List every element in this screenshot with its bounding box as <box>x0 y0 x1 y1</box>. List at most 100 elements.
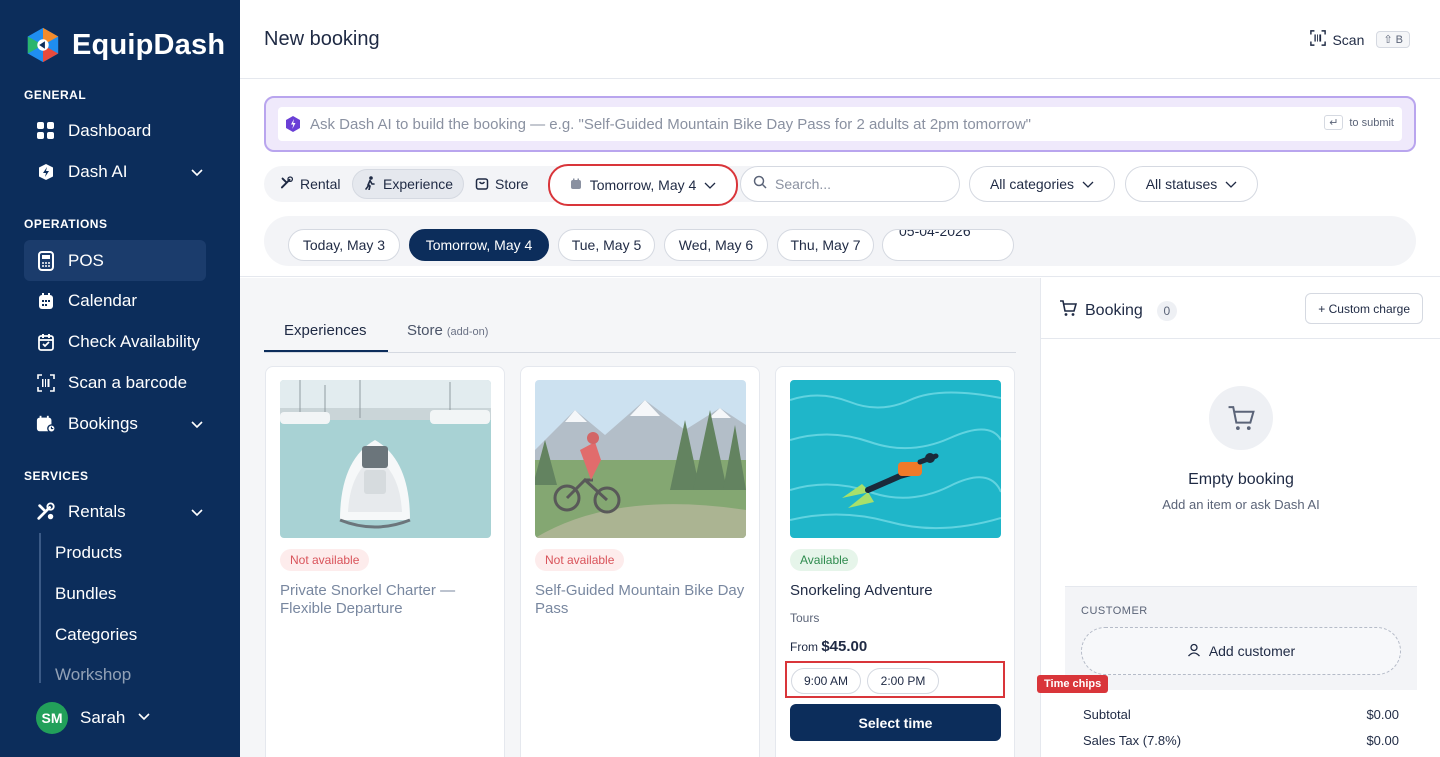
date-chip-wed[interactable]: Wed, May 6 <box>664 229 768 261</box>
mode-label: Store <box>495 176 529 192</box>
booking-controls: Ask Dash AI to build the booking — e.g. … <box>240 80 1440 277</box>
experience-card[interactable]: Available Snorkeling Adventure Tours Fro… <box>775 366 1015 757</box>
card-title: Self-Guided Mountain Bike Day Pass <box>535 582 745 617</box>
date-chip-today[interactable]: Today, May 3 <box>288 229 400 261</box>
rental-tools-icon <box>280 175 294 193</box>
card-category: Tours <box>790 611 820 625</box>
sidebar-item-dash-ai[interactable]: Dash AI <box>24 151 206 192</box>
ai-submit-hint: ↵ to submit <box>1324 115 1394 130</box>
tax-row: Sales Tax (7.8%) $0.00 <box>1083 733 1399 748</box>
sidebar: EquipDash GENERAL Dashboard Dash AI OPER… <box>0 0 240 757</box>
sidebar-item-bookings[interactable]: Bookings <box>24 403 206 444</box>
date-chip-tomorrow[interactable]: Tomorrow, May 4 <box>409 229 549 261</box>
tax-label: Sales Tax (7.8%) <box>1083 733 1182 748</box>
empty-booking-title: Empty booking <box>1188 471 1294 488</box>
empty-cart-icon <box>1209 386 1273 450</box>
date-select[interactable]: Tomorrow, May 4 <box>548 164 738 206</box>
custom-charge-button[interactable]: + Custom charge <box>1305 293 1423 324</box>
user-icon <box>1187 643 1201 660</box>
section-operations: OPERATIONS <box>24 217 108 231</box>
barcode-scan-icon <box>36 373 56 393</box>
card-price: From $45.00 <box>790 638 867 655</box>
date-chip-thu[interactable]: Thu, May 7 <box>777 229 874 261</box>
time-chip[interactable]: 9:00 AM <box>791 668 861 694</box>
tab-store-label: Store <box>407 322 443 339</box>
statuses-filter-value: All statuses <box>1145 176 1218 192</box>
booking-panel-header: Booking 0 + Custom charge <box>1041 278 1440 339</box>
empty-booking-subtitle: Add an item or ask Dash AI <box>1162 497 1320 512</box>
brand[interactable]: EquipDash <box>24 26 225 64</box>
date-chip-tue[interactable]: Tue, May 5 <box>558 229 655 261</box>
search-icon <box>753 175 767 194</box>
sidebar-item-pos[interactable]: POS <box>24 240 206 281</box>
mode-label: Rental <box>300 176 341 192</box>
chevron-down-icon <box>190 503 204 523</box>
catalog-area: Experiences Store(add-on) Not available <box>240 278 1040 757</box>
date-input-value: 05-04-2026 <box>899 229 971 239</box>
experience-card[interactable]: Not available Self-Guided Mountain Bike … <box>520 366 760 757</box>
categories-filter[interactable]: All categories <box>969 166 1115 202</box>
subtotal-value: $0.00 <box>1366 707 1399 722</box>
ai-sparkle-icon <box>286 116 300 132</box>
dashboard-grid-icon <box>36 121 56 141</box>
sidebar-subitem-bundles[interactable]: Bundles <box>55 584 116 604</box>
tab-experiences[interactable]: Experiences <box>284 322 367 339</box>
sidebar-item-label: Rentals <box>68 501 126 521</box>
enter-key-icon: ↵ <box>1324 115 1344 130</box>
time-chip[interactable]: 2:00 PM <box>867 668 939 694</box>
mode-rental[interactable]: Rental <box>270 169 350 199</box>
mode-store[interactable]: Store <box>465 169 538 199</box>
search-input[interactable] <box>775 176 945 192</box>
ai-shield-icon <box>36 162 56 182</box>
sidebar-item-calendar[interactable]: Calendar <box>24 280 206 321</box>
tab-store-note: (add-on) <box>446 326 489 338</box>
customer-label: CUSTOMER <box>1081 605 1148 617</box>
sidebar-item-label: Check Availability <box>68 331 200 351</box>
sidebar-item-label: Calendar <box>68 290 137 310</box>
sidebar-item-dashboard[interactable]: Dashboard <box>24 110 206 151</box>
date-select-value: Tomorrow, May 4 <box>589 177 697 193</box>
price-value: $45.00 <box>821 638 868 655</box>
add-customer-button[interactable]: Add customer <box>1081 627 1401 675</box>
date-input[interactable]: 05-04-2026 <box>882 229 1014 261</box>
sidebar-item-check-availability[interactable]: Check Availability <box>24 321 206 362</box>
price-prefix: From <box>790 640 818 654</box>
chevron-down-icon <box>190 163 204 183</box>
calendar-check-icon <box>36 332 56 352</box>
sidebar-subitem-categories[interactable]: Categories <box>55 625 137 645</box>
user-menu[interactable]: SM Sarah <box>36 702 151 734</box>
subtotal-label: Subtotal <box>1083 707 1131 722</box>
active-tab-indicator <box>264 350 388 352</box>
sidebar-subitem-workshop[interactable]: Workshop <box>55 665 131 685</box>
pos-terminal-icon <box>36 250 56 271</box>
page-title: New booking <box>264 28 380 50</box>
sidebar-item-rentals[interactable]: Rentals <box>24 491 206 532</box>
select-time-button[interactable]: Select time <box>790 704 1001 741</box>
statuses-filter[interactable]: All statuses <box>1125 166 1258 202</box>
dash-ai-input[interactable]: Ask Dash AI to build the booking — e.g. … <box>278 107 1402 141</box>
scan-label: Scan <box>1332 31 1365 48</box>
calendar-icon <box>570 177 582 193</box>
sidebar-item-label: POS <box>68 250 104 270</box>
avatar: SM <box>36 702 68 734</box>
boat-photo <box>280 380 491 538</box>
sidebar-item-label: Scan a barcode <box>68 372 188 392</box>
categories-filter-value: All categories <box>989 176 1075 192</box>
status-badge: Not available <box>280 549 370 571</box>
tab-store[interactable]: Store (add-on) <box>407 322 488 339</box>
shopping-bag-icon <box>475 176 489 193</box>
hiker-icon <box>363 175 377 193</box>
mode-experience[interactable]: Experience <box>352 169 465 199</box>
scan-button[interactable]: Scan ⇧ B <box>1310 30 1410 49</box>
date-chip-strip: Today, May 3 Tomorrow, May 4 Tue, May 5 … <box>264 216 1416 266</box>
add-customer-label: Add customer <box>1208 643 1296 659</box>
status-badge: Not available <box>535 549 625 571</box>
mountain-bike-photo <box>535 380 746 538</box>
experience-card[interactable]: Not available Private Snorkel Charter — … <box>265 366 505 757</box>
card-title: Snorkeling Adventure <box>790 582 933 599</box>
sidebar-item-label: Dashboard <box>68 120 152 140</box>
sidebar-item-scan-barcode[interactable]: Scan a barcode <box>24 362 206 403</box>
sidebar-subitem-products[interactable]: Products <box>55 543 122 563</box>
dash-ai-placeholder: Ask Dash AI to build the booking — e.g. … <box>310 115 1032 133</box>
cart-icon <box>1059 299 1078 322</box>
